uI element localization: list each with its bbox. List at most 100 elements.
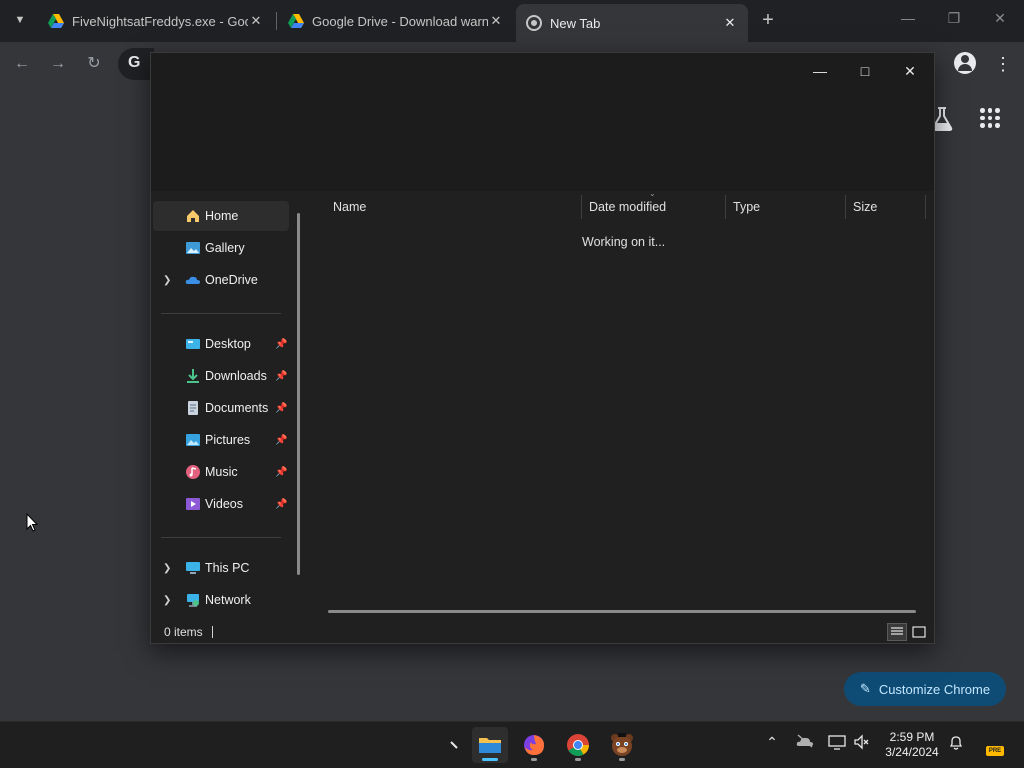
new-tab-button[interactable]: + xyxy=(756,8,780,32)
chrome-menu-button[interactable]: ⋮ xyxy=(994,52,1012,76)
taskbar-chrome[interactable] xyxy=(560,727,596,763)
close-tab-icon[interactable]: ✕ xyxy=(248,13,264,29)
taskbar-overflow-button[interactable] xyxy=(436,727,472,763)
preview-build-badge: PRE xyxy=(986,746,1004,756)
tab-new-tab[interactable]: New Tab ✕ xyxy=(516,4,748,42)
column-label: Name xyxy=(333,200,367,214)
details-view-button[interactable] xyxy=(887,623,907,641)
tab-search-button[interactable]: ▼ xyxy=(8,8,32,32)
mouse-cursor-icon xyxy=(26,513,38,532)
navigation-pane: Home Gallery ❯ OneDrive Desktop 📌 Downlo… xyxy=(151,193,301,617)
notification-bell-icon[interactable] xyxy=(946,734,966,753)
forward-button[interactable]: → xyxy=(46,52,70,76)
nav-item-home[interactable]: Home xyxy=(153,201,289,231)
nav-item-downloads[interactable]: Downloads 📌 xyxy=(153,361,289,391)
nav-item-documents[interactable]: Documents 📌 xyxy=(153,393,289,423)
nav-pane-scrollbar[interactable] xyxy=(297,213,300,575)
system-clock[interactable]: 2:59 PM 3/24/2024 xyxy=(880,730,944,760)
column-label: Type xyxy=(733,200,761,214)
volume-muted-icon[interactable] xyxy=(852,734,872,753)
taskbar-firefox[interactable] xyxy=(516,727,552,763)
pin-icon: 📌 xyxy=(275,338,288,350)
nav-item-pictures[interactable]: Pictures 📌 xyxy=(153,425,289,455)
customize-chrome-button[interactable]: ✎ Customize Chrome xyxy=(844,672,1006,706)
nav-label: Videos xyxy=(205,497,243,511)
pin-icon: 📌 xyxy=(275,402,288,414)
chevron-down-icon: ▼ xyxy=(14,14,26,26)
close-dialog-icon[interactable]: ✕ xyxy=(888,57,932,85)
pictures-icon xyxy=(185,432,201,448)
computer-icon xyxy=(185,560,201,576)
running-indicator xyxy=(531,758,537,761)
customize-chrome-label: Customize Chrome xyxy=(878,681,991,697)
onedrive-offline-icon[interactable] xyxy=(795,734,815,751)
minimize-icon[interactable]: — xyxy=(898,10,918,26)
chrome-tab-strip: ▼ FiveNightsatFreddys.exe - Google Drive… xyxy=(0,0,1024,42)
nav-label: OneDrive xyxy=(205,273,258,287)
desktop-icon xyxy=(185,336,201,352)
taskbar-fnaf-app[interactable] xyxy=(604,727,640,763)
taskbar-file-explorer[interactable] xyxy=(472,727,508,763)
file-list-pane: Name ⌄ Date modified Type Size Working o… xyxy=(309,189,929,617)
nav-label: Gallery xyxy=(205,241,245,255)
maximize-icon[interactable]: □ xyxy=(843,57,887,85)
pencil-icon: ✎ xyxy=(859,681,871,696)
column-header-type[interactable]: Type xyxy=(725,193,845,221)
items-count: 0 items xyxy=(164,625,203,639)
nav-label: Home xyxy=(205,209,239,223)
nav-item-network[interactable]: ❯ Network xyxy=(153,585,289,615)
minimize-icon[interactable]: — xyxy=(798,57,842,85)
reload-button[interactable]: ↻ xyxy=(82,52,106,76)
show-hidden-icons-chevron[interactable]: ⌃ xyxy=(762,734,782,751)
nav-item-this-pc[interactable]: ❯ This PC xyxy=(153,553,289,583)
pin-icon: 📌 xyxy=(275,434,288,446)
omnibox[interactable]: G xyxy=(118,48,154,80)
pin-icon: 📌 xyxy=(275,466,288,478)
network-icon xyxy=(185,592,201,608)
nav-item-gallery[interactable]: Gallery xyxy=(153,233,289,263)
back-button[interactable]: ← xyxy=(10,52,34,76)
large-icons-view-button[interactable] xyxy=(909,623,929,641)
nav-label: This PC xyxy=(205,561,250,575)
clock-time: 2:59 PM xyxy=(889,730,935,744)
running-indicator xyxy=(575,758,581,761)
horizontal-scrollbar[interactable] xyxy=(328,610,916,613)
nav-label: Music xyxy=(205,465,238,479)
nav-item-videos[interactable]: Videos 📌 xyxy=(153,489,289,519)
chevron-right-icon[interactable]: ❯ xyxy=(163,275,171,286)
column-divider[interactable] xyxy=(925,195,926,219)
nav-item-desktop[interactable]: Desktop 📌 xyxy=(153,329,289,359)
onedrive-cloud-icon xyxy=(185,272,201,288)
chevron-right-icon[interactable]: ❯ xyxy=(163,595,171,606)
loading-status-text: Working on it... xyxy=(582,235,666,249)
freddy-bear-icon xyxy=(611,733,633,756)
column-header-name[interactable]: Name xyxy=(309,193,581,221)
tab-title: New Tab xyxy=(550,15,601,31)
column-header-date-modified[interactable]: Date modified xyxy=(581,193,725,221)
column-header-size[interactable]: Size xyxy=(845,193,925,221)
google-apps-icon[interactable] xyxy=(980,108,1000,128)
videos-icon xyxy=(185,496,201,512)
large-icons-view-icon xyxy=(912,626,926,638)
chevron-right-icon[interactable]: ❯ xyxy=(163,563,171,574)
restore-icon[interactable]: ❐ xyxy=(944,10,964,27)
close-tab-icon[interactable]: ✕ xyxy=(722,15,738,31)
clock-date: 3/24/2024 xyxy=(885,745,939,759)
google-drive-icon xyxy=(48,14,64,28)
google-drive-icon xyxy=(288,14,304,28)
nav-label: Pictures xyxy=(205,433,251,447)
google-icon: G xyxy=(128,54,141,71)
nav-item-onedrive[interactable]: ❯ OneDrive xyxy=(153,265,289,295)
nav-item-music[interactable]: Music 📌 xyxy=(153,457,289,487)
display-icon[interactable] xyxy=(827,734,847,753)
running-indicator xyxy=(619,758,625,761)
nav-label: Documents xyxy=(205,401,269,415)
tab-fnaf-drive[interactable]: FiveNightsatFreddys.exe - Google Drive ✕ xyxy=(38,6,274,36)
status-divider xyxy=(212,626,213,638)
tab-drive-download-warning[interactable]: Google Drive - Download warning ✕ xyxy=(278,6,514,36)
close-window-icon[interactable]: ✕ xyxy=(990,10,1010,27)
music-icon xyxy=(185,464,201,480)
profile-avatar-button[interactable] xyxy=(954,52,976,74)
close-tab-icon[interactable]: ✕ xyxy=(488,13,504,29)
column-label: Date modified xyxy=(589,200,667,214)
